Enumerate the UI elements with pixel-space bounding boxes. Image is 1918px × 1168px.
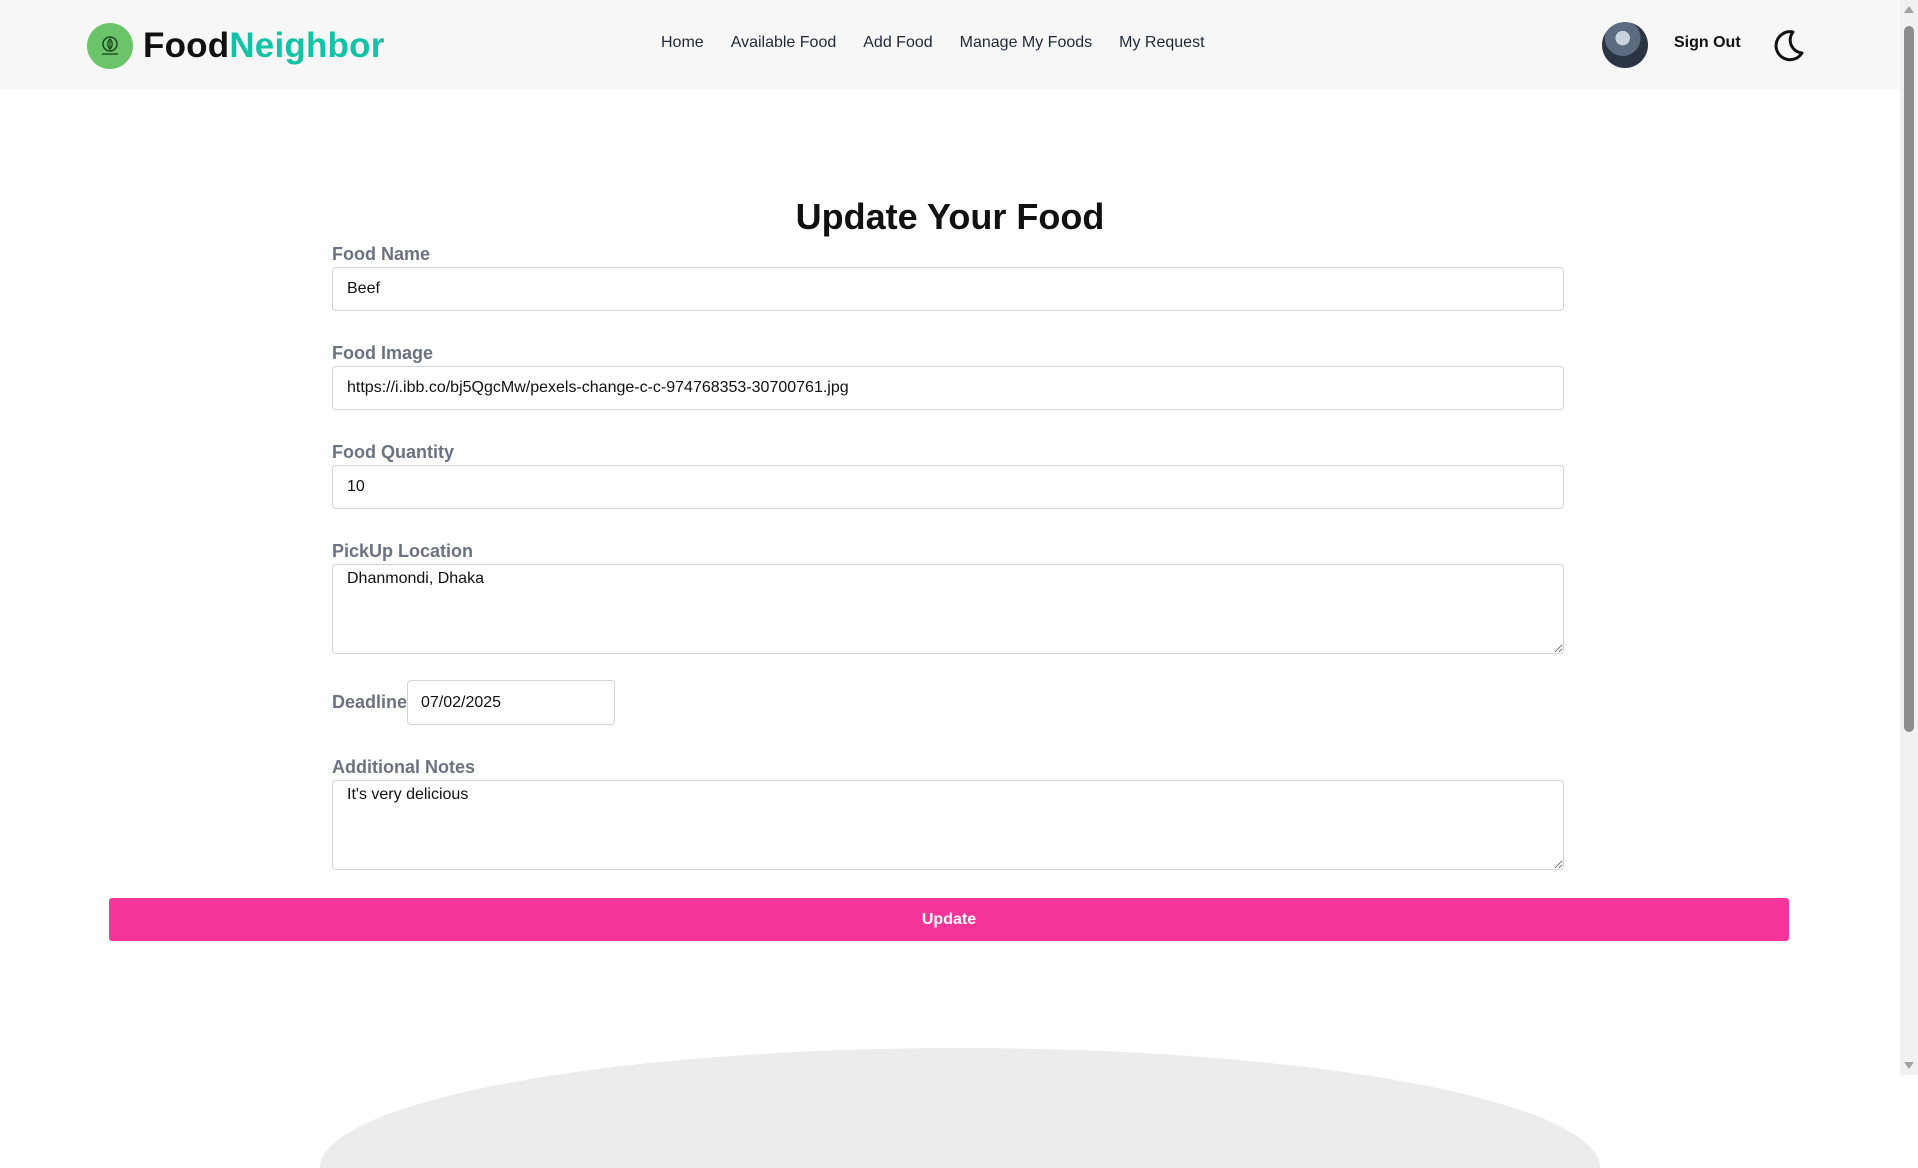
moon-icon[interactable] xyxy=(1767,26,1807,66)
food-image-label: Food Image xyxy=(332,343,434,363)
nav-link-manage-my-foods[interactable]: Manage My Foods xyxy=(960,34,1093,52)
brand-name-neighbor: Neighbor xyxy=(229,26,385,65)
additional-notes-label: Additional Notes xyxy=(332,757,475,777)
leaf-bowl-icon xyxy=(87,23,133,69)
scrollbar[interactable] xyxy=(1900,0,1918,1075)
additional-notes-textarea[interactable]: It's very delicious xyxy=(332,780,1564,870)
scroll-thumb[interactable] xyxy=(1904,26,1914,732)
nav-link-home[interactable]: Home xyxy=(661,34,704,52)
nav-link-add-food[interactable]: Add Food xyxy=(863,34,932,52)
food-image-input[interactable] xyxy=(332,366,1564,410)
nav-link-available-food[interactable]: Available Food xyxy=(731,34,837,52)
page-title: Update Your Food xyxy=(795,196,1105,237)
scroll-up-arrow-icon[interactable] xyxy=(1904,6,1914,13)
navbar: FoodNeighbor Home Available Food Add Foo… xyxy=(0,0,1900,89)
nav-links: Home Available Food Add Food Manage My F… xyxy=(661,34,1232,52)
deadline-label: Deadline xyxy=(332,692,408,712)
food-quantity-input[interactable] xyxy=(332,465,1564,509)
deadline-date-input[interactable] xyxy=(407,680,615,725)
brand-name: FoodNeighbor xyxy=(143,26,385,66)
pickup-location-textarea[interactable]: Dhanmondi, Dhaka xyxy=(332,564,1564,654)
footer-curve xyxy=(320,1048,1600,1168)
brand-logo[interactable]: FoodNeighbor xyxy=(87,23,385,69)
update-button[interactable]: Update xyxy=(109,898,1789,941)
avatar[interactable] xyxy=(1602,22,1648,68)
sign-out-button[interactable]: Sign Out xyxy=(1674,34,1741,52)
food-quantity-label: Food Quantity xyxy=(332,442,454,462)
brand-name-food: Food xyxy=(143,26,230,65)
nav-link-my-request[interactable]: My Request xyxy=(1119,34,1204,52)
food-name-label: Food Name xyxy=(332,244,431,264)
scroll-down-arrow-icon[interactable] xyxy=(1904,1062,1914,1069)
pickup-location-label: PickUp Location xyxy=(332,541,474,561)
food-name-input[interactable] xyxy=(332,267,1564,311)
